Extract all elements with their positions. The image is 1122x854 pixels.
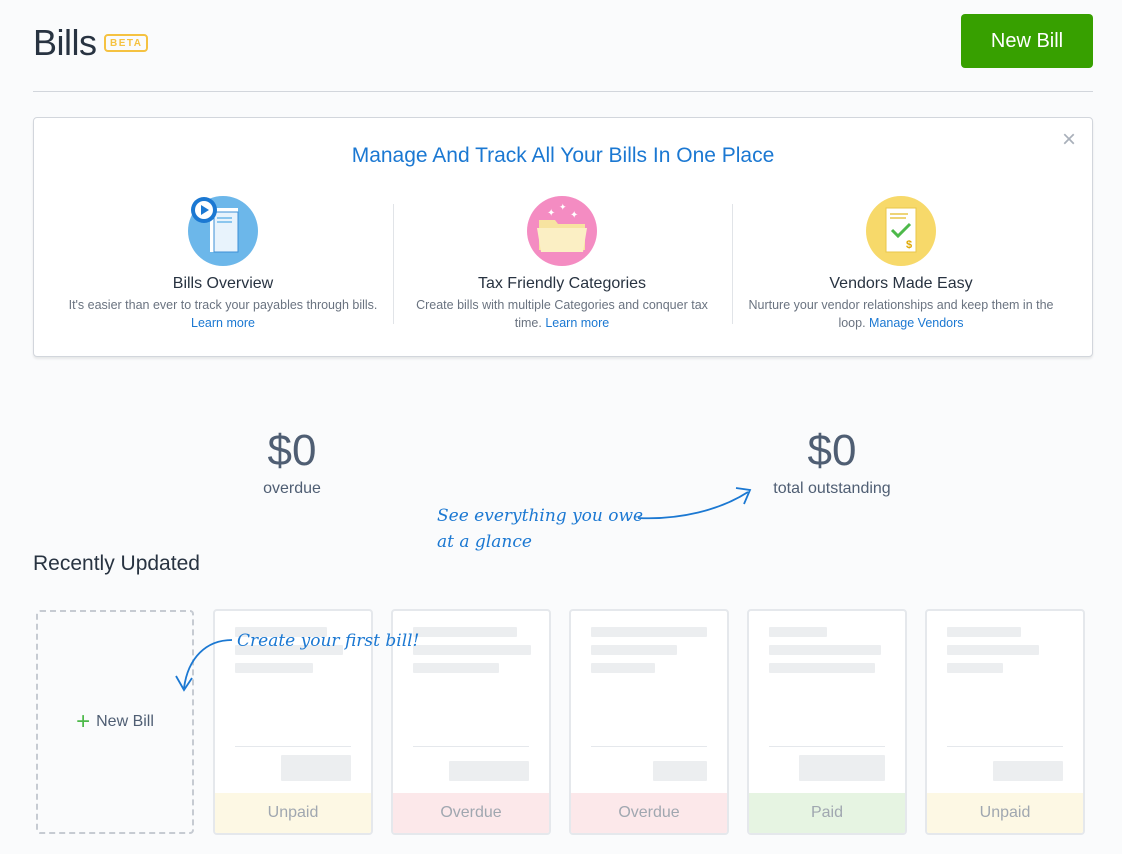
- promo-bills-overview: Bills Overview It's easier than ever to …: [54, 196, 392, 332]
- svg-text:✦: ✦: [570, 210, 578, 221]
- plus-icon: +: [76, 708, 91, 735]
- bill-card[interactable]: Paid: [747, 609, 907, 835]
- folder-sparkle-icon: ✦ ✦ ✦: [527, 196, 597, 266]
- promo-title: Manage And Track All Your Bills In One P…: [351, 144, 775, 167]
- overdue-stat: $0 overdue: [192, 426, 392, 498]
- status-badge: Paid: [749, 793, 905, 833]
- manage-vendors-link[interactable]: Manage Vendors: [869, 316, 964, 330]
- arrow-icon: [637, 487, 752, 520]
- status-badge: Overdue: [393, 793, 549, 833]
- glance-note: See everything you owe at a glance: [437, 503, 643, 555]
- promo-heading: Tax Friendly Categories: [477, 275, 647, 292]
- page-title: Bills: [33, 22, 97, 63]
- promo-heading: Vendors Made Easy: [829, 275, 973, 292]
- svg-text:$: $: [906, 239, 912, 251]
- beta-badge: BETA: [104, 34, 149, 52]
- promo-tax-categories: ✦ ✦ ✦ Tax Friendly Categories Create bil…: [393, 196, 731, 332]
- document-play-icon[interactable]: [188, 196, 258, 266]
- bill-card[interactable]: Unpaid: [925, 609, 1085, 835]
- promo-text: Nurture your vendor relationships and ke…: [748, 298, 1054, 330]
- promo-heading: Bills Overview: [172, 275, 274, 292]
- outstanding-amount: $0: [807, 426, 857, 475]
- new-bill-card-label: New Bill: [96, 713, 154, 730]
- learn-more-link[interactable]: Learn more: [191, 316, 255, 330]
- svg-text:✦: ✦: [547, 208, 555, 219]
- learn-more-link[interactable]: Learn more: [545, 316, 609, 330]
- promo-vendors: $ Vendors Made Easy Nurture your vendor …: [732, 196, 1070, 332]
- status-badge: Overdue: [571, 793, 727, 833]
- glance-note-line: at a glance: [437, 532, 532, 552]
- first-bill-note: Create your first bill!: [237, 631, 420, 651]
- svg-text:✦: ✦: [559, 202, 567, 212]
- page-header: Bills BETA New Bill: [33, 14, 1093, 92]
- promo-panel: Manage And Track All Your Bills In One P…: [33, 117, 1093, 357]
- promo-text: Create bills with multiple Categories an…: [416, 298, 708, 330]
- close-icon[interactable]: ×: [1062, 128, 1076, 152]
- bill-card[interactable]: Overdue: [569, 609, 729, 835]
- status-badge: Unpaid: [215, 793, 371, 833]
- status-badge: Unpaid: [927, 793, 1083, 833]
- recently-updated-title: Recently Updated: [33, 552, 200, 575]
- new-bill-button[interactable]: New Bill: [961, 14, 1093, 68]
- overdue-label: overdue: [263, 480, 321, 497]
- glance-note-line: See everything you owe: [437, 506, 644, 526]
- overdue-amount: $0: [267, 426, 317, 475]
- invoice-check-icon: $: [866, 196, 936, 266]
- promo-text: It's easier than ever to track your paya…: [68, 298, 378, 330]
- arrow-icon: [175, 639, 233, 692]
